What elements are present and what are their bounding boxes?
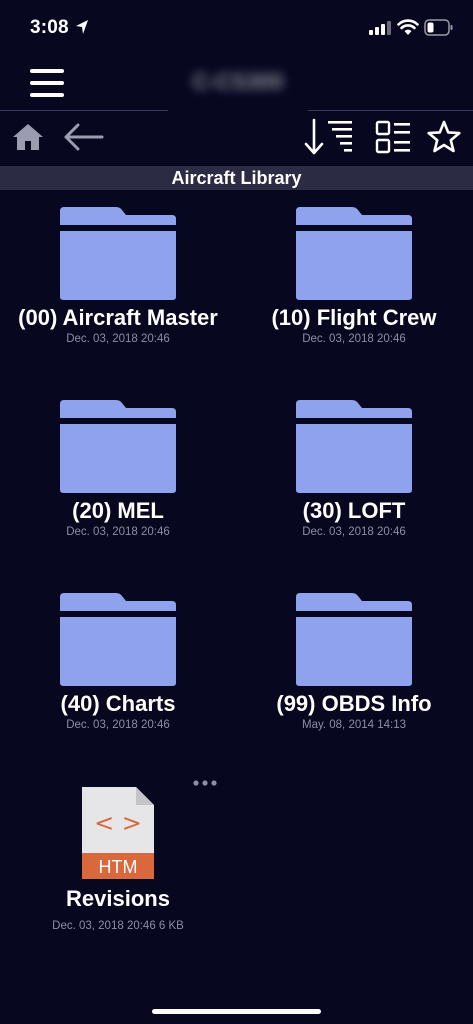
location-arrow-icon [76, 20, 88, 34]
section-header: Aircraft Library [0, 166, 473, 190]
screen: 3:08 C-CS300 Aircraft Library (00) Aircr… [0, 0, 473, 1024]
section-title: Aircraft Library [171, 167, 302, 188]
hamburger-menu-icon[interactable] [30, 69, 66, 97]
folder-name: (00) Aircraft Master [18, 305, 218, 330]
folder-name: (10) Flight Crew [271, 305, 437, 330]
home-icon[interactable] [12, 122, 44, 152]
folder-icon [296, 207, 412, 300]
status-time: 3:08 [30, 17, 69, 38]
back-arrow-icon[interactable] [62, 122, 104, 152]
more-options-icon[interactable] [192, 778, 218, 788]
file-code-glyph: < > [94, 809, 142, 837]
folder-date: Dec. 03, 2018 20:46 [66, 526, 170, 538]
status-bar: 3:08 [0, 0, 473, 58]
file-meta: Dec. 03, 2018 20:46 6 KB [52, 920, 184, 932]
folder-item-mel[interactable]: (20) MEL Dec. 03, 2018 20:46 [0, 398, 236, 558]
nav-divider-right [308, 110, 473, 111]
cellular-signal-icon [369, 21, 391, 35]
nav-title: C-CS300 [168, 64, 308, 100]
folder-icon [296, 593, 412, 686]
folder-name: (40) Charts [60, 691, 176, 716]
folder-name: (99) OBDS Info [276, 691, 432, 716]
wifi-icon [397, 19, 419, 35]
folder-icon [296, 400, 412, 493]
folder-item-loft[interactable]: (30) LOFT Dec. 03, 2018 20:46 [236, 398, 472, 558]
folder-item-charts[interactable]: (40) Charts Dec. 03, 2018 20:46 [0, 591, 236, 751]
file-type-label: HTM [99, 857, 138, 877]
list-view-icon[interactable] [375, 120, 411, 154]
folder-date: Dec. 03, 2018 20:46 [66, 333, 170, 345]
battery-icon [424, 19, 453, 36]
folder-name: (20) MEL [72, 498, 164, 523]
folder-date: Dec. 03, 2018 20:46 [302, 526, 406, 538]
folder-item-obds-info[interactable]: (99) OBDS Info May. 08, 2014 14:13 [236, 591, 472, 751]
folder-icon [60, 207, 176, 300]
toolbar [0, 112, 473, 164]
folder-date: May. 08, 2014 14:13 [302, 719, 406, 731]
star-icon[interactable] [426, 119, 462, 155]
home-indicator[interactable] [152, 1009, 321, 1014]
file-item-revisions[interactable]: < > HTM Revisions Dec. 03, 2018 20:46 6 … [0, 780, 236, 940]
nav-divider-left [0, 110, 168, 111]
folder-icon [60, 400, 176, 493]
folder-icon [60, 593, 176, 686]
sort-icon[interactable] [302, 118, 354, 156]
file-name: Revisions [66, 886, 170, 911]
folder-date: Dec. 03, 2018 20:46 [302, 333, 406, 345]
nav-title-text: C-CS300 [192, 69, 284, 94]
folder-name: (30) LOFT [302, 498, 406, 523]
nav-bar: C-CS300 [0, 58, 473, 110]
htm-file-icon: < > HTM [82, 787, 154, 879]
folder-item-flight-crew[interactable]: (10) Flight Crew Dec. 03, 2018 20:46 [236, 205, 472, 365]
folder-item-aircraft-master[interactable]: (00) Aircraft Master Dec. 03, 2018 20:46 [0, 205, 236, 365]
folder-date: Dec. 03, 2018 20:46 [66, 719, 170, 731]
